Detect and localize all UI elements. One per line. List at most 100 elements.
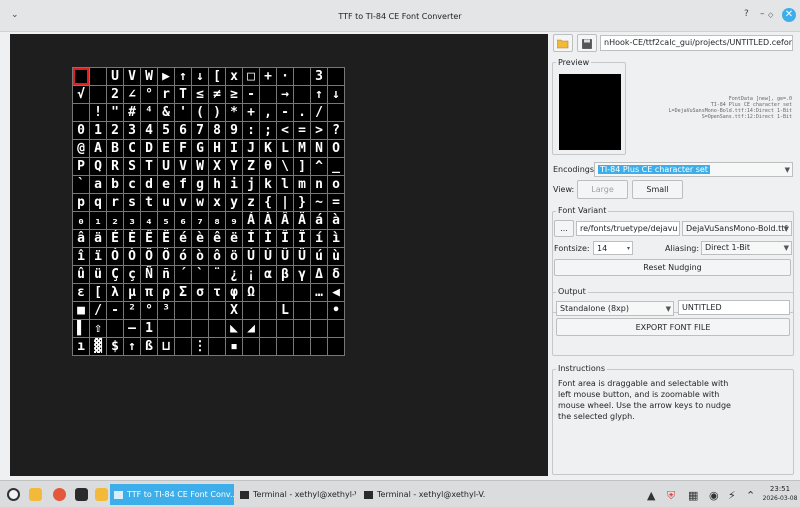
glyph-cell[interactable]: F (175, 140, 191, 157)
glyph-cell[interactable]: ↑ (175, 68, 191, 85)
glyph-cell[interactable]: • (328, 302, 344, 319)
folder-icon[interactable] (95, 488, 108, 501)
help-icon[interactable]: ? (744, 9, 749, 19)
glyph-cell[interactable]: â (73, 230, 89, 247)
glyph-cell[interactable]: P (73, 158, 89, 175)
glyph-cell[interactable]: - (243, 86, 259, 103)
glyph-cell[interactable]: 3 (124, 122, 140, 139)
glyph-cell[interactable] (175, 320, 191, 337)
glyph-cell[interactable]: R (107, 158, 123, 175)
glyph-cell[interactable]: Â (277, 212, 293, 229)
glyph-cell[interactable]: 1 (141, 320, 157, 337)
glyph-cell[interactable]: $ (107, 338, 123, 355)
glyph-cell[interactable]: ² (124, 302, 140, 319)
minimize-icon[interactable]: – (760, 9, 765, 19)
clock[interactable]: 23:51 2026-03-08 (760, 484, 800, 504)
glyph-cell[interactable]: D (141, 140, 157, 157)
glyph-grid[interactable]: U V W ▶ ↑ ↓[x □ + · 3 √ 2 ∠ ° r T ≤ ≠ ≥ - → ↑ ↓! " # ⁴ & '() * +, -./0… (72, 67, 345, 356)
glyph-cell[interactable]: ₁ (90, 212, 106, 229)
glyph-cell[interactable] (192, 302, 208, 319)
glyph-cell[interactable]: ↑ (124, 338, 140, 355)
glyph-cell[interactable]: 6 (175, 122, 191, 139)
glyph-cell[interactable]: k (260, 176, 276, 193)
glyph-cell[interactable] (243, 302, 259, 319)
glyph-cell[interactable]: n (311, 176, 327, 193)
glyph-cell[interactable] (277, 320, 293, 337)
glyph-cell[interactable]: ⇧ (90, 320, 106, 337)
glyph-cell[interactable]: … (311, 284, 327, 301)
glyph-cell[interactable]: N (311, 140, 327, 157)
browser-icon[interactable] (53, 488, 66, 501)
glyph-cell[interactable]: > (311, 122, 327, 139)
glyph-cell[interactable]: Ö (158, 248, 174, 265)
glyph-cell[interactable] (260, 86, 276, 103)
glyph-cell[interactable]: Y (226, 158, 242, 175)
glyph-cell[interactable]: b (107, 176, 123, 193)
glyph-cell[interactable]: ä (90, 230, 106, 247)
glyph-cell[interactable]: → (277, 86, 293, 103)
glyph-cell[interactable]: è (192, 230, 208, 247)
glyph-cell[interactable]: 3 (311, 68, 327, 85)
glyph-cell[interactable]: ₉ (226, 212, 242, 229)
glyph-cell[interactable]: H (209, 140, 225, 157)
glyph-cell[interactable]: α (260, 266, 276, 283)
glyph-cell[interactable] (277, 284, 293, 301)
glyph-cell[interactable]: T (175, 86, 191, 103)
glyph-cell[interactable]: ] (294, 158, 310, 175)
glyph-cell[interactable]: ^ (311, 158, 327, 175)
glyph-cell[interactable]: ê (209, 230, 225, 247)
glyph-cell[interactable]: σ (192, 284, 208, 301)
glyph-cell[interactable]: L (277, 140, 293, 157)
glyph-cell[interactable]: c (124, 176, 140, 193)
glyph-cell[interactable]: X (226, 302, 242, 319)
glyph-cell[interactable]: ' (175, 104, 191, 121)
glyph-cell[interactable] (107, 320, 123, 337)
glyph-cell[interactable]: a (90, 176, 106, 193)
glyph-cell[interactable]: m (294, 176, 310, 193)
glyph-cell[interactable] (328, 338, 344, 355)
glyph-cell[interactable]: Á (243, 212, 259, 229)
glyph-cell[interactable] (209, 320, 225, 337)
glyph-cell[interactable]: 4 (141, 122, 157, 139)
glyph-cell[interactable]: π (141, 284, 157, 301)
glyph-cell[interactable]: ⊔ (158, 338, 174, 355)
glyph-cell[interactable]: · (277, 68, 293, 85)
glyph-cell[interactable]: 9 (226, 122, 242, 139)
glyph-cell[interactable]: Ì (260, 230, 276, 247)
glyph-cell[interactable]: θ (260, 158, 276, 175)
glyph-cell[interactable]: ▪ (226, 338, 242, 355)
glyph-cell[interactable]: = (294, 122, 310, 139)
glyph-cell[interactable]: ↓ (328, 86, 344, 103)
glyph-cell[interactable]: A (90, 140, 106, 157)
glyph-cell[interactable]: - (107, 302, 123, 319)
project-path-field[interactable]: nHook-CE/ttf2calc_gui/projects/UNTITLED.… (600, 35, 793, 51)
glyph-cell[interactable]: Ñ (141, 266, 157, 283)
maximize-icon[interactable]: ◇ (768, 11, 773, 19)
glyph-cell[interactable]: [ (209, 68, 225, 85)
glyph-cell[interactable]: - (277, 104, 293, 121)
glyph-cell[interactable]: τ (209, 284, 225, 301)
security-shield-icon[interactable]: ⛨ (667, 489, 675, 503)
glyph-cell[interactable]: W (141, 68, 157, 85)
glyph-cell[interactable]: ( (192, 104, 208, 121)
glyph-cell[interactable]: T (141, 158, 157, 175)
glyph-cell[interactable]: Ò (124, 248, 140, 265)
glyph-cell[interactable]: Ω (243, 284, 259, 301)
browse-font-button[interactable]: ... (554, 220, 574, 237)
glyph-cell[interactable]: È (124, 230, 140, 247)
glyph-cell[interactable]: ▌ (73, 320, 89, 337)
glyph-cell[interactable]: Δ (311, 266, 327, 283)
glyph-cell[interactable]: x (226, 68, 242, 85)
glyph-cell[interactable]: ▓ (90, 338, 106, 355)
glyph-cell[interactable] (73, 104, 89, 121)
export-font-button[interactable]: EXPORT FONT FILE (556, 318, 790, 336)
glyph-cell[interactable] (328, 320, 344, 337)
glyph-cell[interactable]: λ (107, 284, 123, 301)
glyph-cell[interactable]: q (90, 194, 106, 211)
glyph-cell[interactable]: x (209, 194, 225, 211)
glyph-cell[interactable]: 5 (158, 122, 174, 139)
glyph-cell[interactable]: e (158, 176, 174, 193)
glyph-cell[interactable]: s (124, 194, 140, 211)
glyph-cell[interactable] (260, 338, 276, 355)
glyph-cell[interactable]: h (209, 176, 225, 193)
